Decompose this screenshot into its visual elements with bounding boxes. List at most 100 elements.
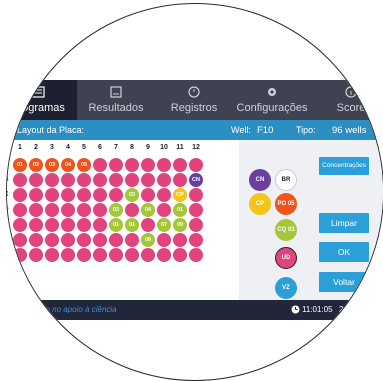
well-F5[interactable]: [77, 233, 91, 247]
well-B5[interactable]: [77, 173, 91, 187]
well-A1[interactable]: 01: [13, 158, 27, 172]
well-A3[interactable]: 03: [45, 158, 59, 172]
well-G11[interactable]: [173, 248, 187, 262]
well-F6[interactable]: [93, 233, 107, 247]
well-G4[interactable]: [61, 248, 75, 262]
well-B12[interactable]: CN: [189, 173, 203, 187]
well-A4[interactable]: 04: [61, 158, 75, 172]
well-C6[interactable]: [93, 188, 107, 202]
well-A7[interactable]: [109, 158, 123, 172]
legend-ud[interactable]: UD: [275, 247, 297, 269]
well-A2[interactable]: 02: [29, 158, 43, 172]
well-D3[interactable]: [45, 203, 59, 217]
tab-resultados[interactable]: Resultados: [77, 80, 155, 120]
well-G7[interactable]: [109, 248, 123, 262]
well-C3[interactable]: [45, 188, 59, 202]
well-E9[interactable]: [141, 218, 155, 232]
well-E3[interactable]: [45, 218, 59, 232]
well-D5[interactable]: [77, 203, 91, 217]
well-G8[interactable]: [125, 248, 139, 262]
well-C12[interactable]: [189, 188, 203, 202]
well-C4[interactable]: [61, 188, 75, 202]
well-G5[interactable]: [77, 248, 91, 262]
well-E5[interactable]: [77, 218, 91, 232]
well-D1[interactable]: [13, 203, 27, 217]
well-G2[interactable]: [29, 248, 43, 262]
well-D7[interactable]: 03: [109, 203, 123, 217]
well-F11[interactable]: [173, 233, 187, 247]
well-C2[interactable]: [29, 188, 43, 202]
well-C10[interactable]: [157, 188, 171, 202]
well-E12[interactable]: [189, 218, 203, 232]
well-E7[interactable]: 01: [109, 218, 123, 232]
legend-br[interactable]: BR: [275, 169, 297, 191]
well-F9[interactable]: 08: [141, 233, 155, 247]
well-E1[interactable]: [13, 218, 27, 232]
well-A8[interactable]: [125, 158, 139, 172]
tab-registros[interactable]: Registros: [155, 80, 233, 120]
well-F4[interactable]: [61, 233, 75, 247]
well-D6[interactable]: [93, 203, 107, 217]
well-B3[interactable]: [45, 173, 59, 187]
well-F8[interactable]: [125, 233, 139, 247]
legend-cq[interactable]: CQ 03: [275, 219, 297, 241]
well-A6[interactable]: [93, 158, 107, 172]
well-E11[interactable]: 09: [173, 218, 187, 232]
tab-programas[interactable]: Programas: [7, 80, 77, 120]
tab-score[interactable]: Score: [311, 80, 383, 120]
well-B1[interactable]: [13, 173, 27, 187]
legend-po[interactable]: PO 05: [275, 193, 297, 215]
well-A12[interactable]: [189, 158, 203, 172]
legend-cn[interactable]: CN: [249, 169, 271, 191]
well-C7[interactable]: [109, 188, 123, 202]
limpar-button[interactable]: Limpar: [319, 213, 369, 233]
concentracoes-button[interactable]: Concentrações: [319, 157, 369, 175]
well-G12[interactable]: [189, 248, 203, 262]
well-A9[interactable]: [141, 158, 155, 172]
well-B6[interactable]: [93, 173, 107, 187]
well-A5[interactable]: 05: [77, 158, 91, 172]
well-G1[interactable]: [13, 248, 27, 262]
well-E2[interactable]: [29, 218, 43, 232]
well-G3[interactable]: [45, 248, 59, 262]
ok-button[interactable]: OK: [319, 242, 369, 262]
well-C9[interactable]: [141, 188, 155, 202]
legend-cp[interactable]: CP: [249, 193, 271, 215]
well-D11[interactable]: 01: [173, 203, 187, 217]
well-F1[interactable]: [13, 233, 27, 247]
well-E6[interactable]: [93, 218, 107, 232]
well-E10[interactable]: 07: [157, 218, 171, 232]
well-C1[interactable]: [13, 188, 27, 202]
well-C8[interactable]: 03: [125, 188, 139, 202]
legend-vz[interactable]: VZ: [275, 277, 297, 299]
well-D4[interactable]: [61, 203, 75, 217]
well-D9[interactable]: 04: [141, 203, 155, 217]
well-B10[interactable]: [157, 173, 171, 187]
well-D8[interactable]: [125, 203, 139, 217]
well-E4[interactable]: [61, 218, 75, 232]
well-G6[interactable]: [93, 248, 107, 262]
well-E8[interactable]: 01: [125, 218, 139, 232]
well-B4[interactable]: [61, 173, 75, 187]
well-G10[interactable]: [157, 248, 171, 262]
well-D2[interactable]: [29, 203, 43, 217]
well-F7[interactable]: [109, 233, 123, 247]
well-C11[interactable]: CP: [173, 188, 187, 202]
well-F12[interactable]: [189, 233, 203, 247]
well-B8[interactable]: [125, 173, 139, 187]
well-F10[interactable]: [157, 233, 171, 247]
tab-configuracoes[interactable]: Configurações: [233, 80, 311, 120]
well-A10[interactable]: [157, 158, 171, 172]
well-G9[interactable]: [141, 248, 155, 262]
well-D12[interactable]: [189, 203, 203, 217]
well-B11[interactable]: [173, 173, 187, 187]
well-B9[interactable]: [141, 173, 155, 187]
well-F2[interactable]: [29, 233, 43, 247]
well-C5[interactable]: [77, 188, 91, 202]
well-B7[interactable]: [109, 173, 123, 187]
well-B2[interactable]: [29, 173, 43, 187]
well-D10[interactable]: [157, 203, 171, 217]
voltar-button[interactable]: Voltar: [319, 272, 369, 292]
well-F3[interactable]: [45, 233, 59, 247]
well-A11[interactable]: [173, 158, 187, 172]
